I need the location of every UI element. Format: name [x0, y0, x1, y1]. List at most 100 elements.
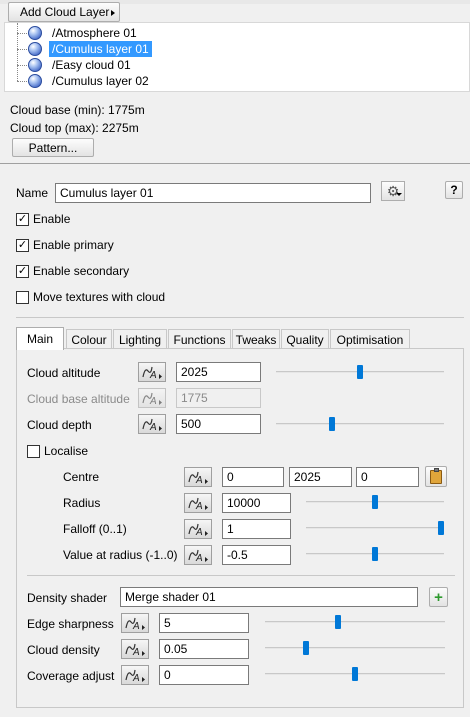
- centre-y-field[interactable]: 2025: [289, 467, 352, 487]
- animate-button[interactable]: A: [121, 613, 149, 633]
- tab-label: Functions: [173, 332, 226, 347]
- animate-icon: A: [142, 418, 162, 433]
- tree-item-atmosphere[interactable]: /Atmosphere 01: [28, 25, 140, 41]
- svg-text:A: A: [195, 527, 203, 538]
- animate-button[interactable]: A: [184, 467, 212, 487]
- animate-button: A: [138, 388, 166, 408]
- slider-track: [265, 621, 445, 623]
- tree-item-label: /Easy cloud 01: [52, 58, 131, 72]
- tab-label: Optimisation: [336, 332, 404, 347]
- falloff-field[interactable]: 1: [222, 519, 291, 539]
- svg-text:A: A: [149, 422, 157, 433]
- animate-icon: A: [142, 366, 162, 381]
- help-button[interactable]: ?: [445, 181, 463, 199]
- gear-menu-button[interactable]: ⚙: [381, 181, 405, 201]
- tab-quality[interactable]: Quality: [281, 329, 329, 349]
- centre-z-field[interactable]: 0: [356, 467, 419, 487]
- edge-sharpness-field[interactable]: 5: [159, 613, 249, 633]
- divider: [27, 575, 455, 576]
- centre-x-field[interactable]: 0: [222, 467, 284, 487]
- slider-thumb[interactable]: [438, 521, 444, 535]
- slider-thumb[interactable]: [329, 417, 335, 431]
- pattern-button[interactable]: Pattern...: [12, 138, 94, 157]
- slider-thumb[interactable]: [352, 667, 358, 681]
- slider-thumb[interactable]: [372, 547, 378, 561]
- add-shader-button[interactable]: +: [429, 587, 448, 607]
- tab-lighting[interactable]: Lighting: [113, 329, 167, 349]
- animate-button[interactable]: A: [184, 519, 212, 539]
- svg-text:A: A: [195, 501, 203, 512]
- plus-icon: +: [434, 588, 443, 606]
- name-field[interactable]: Cumulus layer 01: [55, 183, 371, 203]
- enable-label: Enable: [33, 212, 71, 226]
- value-at-radius-label: Value at radius (-1..0): [63, 548, 178, 562]
- slider-track: [265, 647, 445, 649]
- animate-button[interactable]: A: [121, 665, 149, 685]
- enable-secondary-checkbox[interactable]: ✓ Enable secondary: [16, 264, 129, 278]
- coverage-adjust-slider[interactable]: [265, 664, 445, 684]
- checkbox-box: [16, 290, 29, 304]
- slider-thumb[interactable]: [335, 615, 341, 629]
- cloud-depth-field[interactable]: 500: [176, 414, 261, 434]
- slider-track: [276, 423, 444, 425]
- tree-connector: [17, 33, 27, 34]
- tree-item-easy-cloud[interactable]: /Easy cloud 01: [28, 57, 134, 73]
- animate-button[interactable]: A: [138, 362, 166, 382]
- centre-label: Centre: [63, 470, 100, 484]
- enable-primary-checkbox[interactable]: ✓ Enable primary: [16, 238, 114, 252]
- cloud-density-slider[interactable]: [265, 638, 445, 658]
- cloud-altitude-label: Cloud altitude: [27, 366, 101, 380]
- svg-text:A: A: [195, 475, 203, 486]
- cloud-depth-slider[interactable]: [276, 414, 444, 434]
- density-shader-field[interactable]: Merge shader 01: [120, 587, 418, 607]
- enable-checkbox[interactable]: ✓ Enable: [16, 212, 70, 226]
- slider-thumb[interactable]: [357, 365, 363, 379]
- value-at-radius-field[interactable]: -0.5: [222, 545, 291, 565]
- cloud-altitude-field[interactable]: 2025: [176, 362, 261, 382]
- coverage-adjust-label: Coverage adjust: [27, 669, 115, 683]
- falloff-slider[interactable]: [306, 518, 444, 538]
- cloud-base-altitude-field: 1775: [176, 388, 261, 408]
- animate-button[interactable]: A: [184, 493, 212, 513]
- tab-colour[interactable]: Colour: [66, 329, 112, 349]
- animate-button[interactable]: A: [121, 639, 149, 659]
- move-textures-label: Move textures with cloud: [33, 290, 166, 304]
- localise-label: Localise: [44, 444, 89, 458]
- animate-icon: A: [142, 392, 162, 407]
- tab-functions[interactable]: Functions: [168, 329, 231, 349]
- radius-slider[interactable]: [306, 492, 444, 512]
- divider: [16, 317, 464, 318]
- move-textures-checkbox[interactable]: Move textures with cloud: [16, 290, 165, 304]
- cloud-base-info: Cloud base (min): 1775m: [10, 103, 145, 117]
- radius-field[interactable]: 10000: [222, 493, 291, 513]
- cloud-layer-tree[interactable]: /Atmosphere 01 /Cumulus layer 01 /Easy c…: [4, 22, 470, 92]
- animate-button[interactable]: A: [138, 414, 166, 434]
- dropdown-arrow-icon: [396, 193, 402, 196]
- checkbox-box: ✓: [16, 264, 29, 278]
- animate-icon: A: [125, 669, 145, 684]
- animate-button[interactable]: A: [184, 545, 212, 565]
- density-shader-label: Density shader: [27, 591, 108, 605]
- tab-main[interactable]: Main: [16, 327, 64, 350]
- cloud-density-field[interactable]: 0.05: [159, 639, 249, 659]
- tab-optimisation[interactable]: Optimisation: [330, 329, 410, 349]
- paste-button[interactable]: [425, 466, 447, 487]
- tree-item-cumulus-layer-02[interactable]: /Cumulus layer 02: [28, 73, 152, 89]
- slider-thumb[interactable]: [372, 495, 378, 509]
- dropdown-arrow-icon: [111, 10, 115, 16]
- coverage-adjust-field[interactable]: 0: [159, 665, 249, 685]
- animate-icon: A: [188, 497, 208, 512]
- sphere-icon: [28, 42, 42, 56]
- tab-tweaks[interactable]: Tweaks: [232, 329, 280, 349]
- value-at-radius-slider[interactable]: [306, 544, 444, 564]
- add-cloud-layer-button[interactable]: Add Cloud Layer: [8, 2, 120, 22]
- svg-text:A: A: [149, 396, 157, 407]
- tree-item-cumulus-layer-01[interactable]: /Cumulus layer 01: [28, 41, 152, 57]
- slider-thumb[interactable]: [303, 641, 309, 655]
- name-label: Name: [16, 186, 49, 200]
- checkbox-box: [27, 444, 40, 458]
- cloud-altitude-slider[interactable]: [276, 362, 444, 382]
- tree-item-label: /Cumulus layer 01: [49, 41, 152, 57]
- localise-checkbox[interactable]: Localise: [27, 444, 88, 458]
- edge-sharpness-slider[interactable]: [265, 612, 445, 632]
